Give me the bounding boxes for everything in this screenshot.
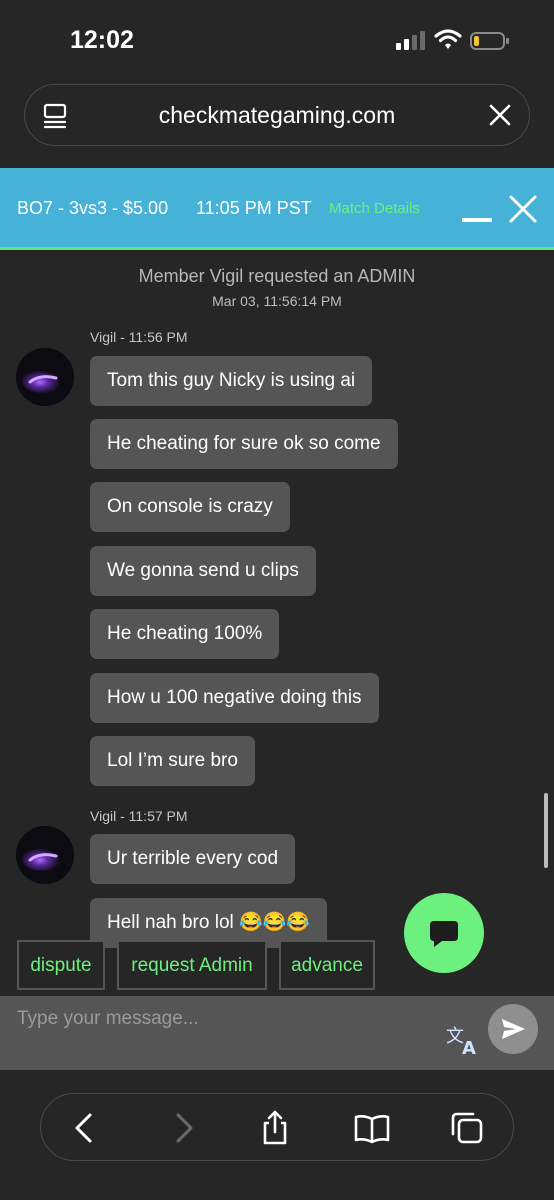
message-bubble: We gonna send u clips	[90, 546, 316, 596]
share-icon[interactable]	[257, 1110, 293, 1146]
status-bar: 12:02	[0, 0, 554, 80]
message-bubble: Lol I’m sure bro	[90, 736, 255, 786]
match-time: 11:05 PM PST	[196, 198, 312, 218]
message-sender: Vigil - 11:56 PM	[90, 329, 188, 345]
chat-button[interactable]	[404, 893, 484, 973]
system-message: Member Vigil requested an ADMIN	[138, 266, 416, 286]
message-composer: 文 A	[0, 996, 554, 1070]
advance-button[interactable]: advance	[279, 940, 375, 990]
scrollbar[interactable]	[544, 793, 548, 868]
url-text[interactable]: checkmategaming.com	[25, 102, 529, 129]
close-chat-icon[interactable]	[508, 194, 538, 224]
message-bubble: He cheating 100%	[90, 609, 280, 659]
send-icon	[502, 1019, 525, 1039]
message-bubble: How u 100 negative doing this	[90, 673, 379, 723]
message-bubble: He cheating for sure ok so come	[90, 419, 398, 469]
clock: 12:02	[70, 26, 134, 54]
forward-icon[interactable]	[165, 1110, 201, 1146]
tabs-icon[interactable]	[449, 1110, 485, 1146]
message-bubble: On console is crazy	[90, 482, 290, 532]
wifi-icon	[434, 29, 462, 49]
chat-icon	[430, 921, 458, 947]
browser-toolbar	[40, 1093, 514, 1161]
message-sender: Vigil - 11:57 PM	[90, 808, 188, 824]
bookmarks-icon[interactable]	[354, 1110, 390, 1146]
translate-icon[interactable]: 文 A	[446, 1024, 482, 1056]
battery-icon	[470, 32, 509, 50]
svg-text:A: A	[462, 1038, 476, 1056]
match-header: BO7 - 3vs3 - $5.00 11:05 PM PST Match De…	[0, 168, 554, 250]
system-timestamp: Mar 03, 11:56:14 PM	[212, 293, 342, 309]
cellular-signal-icon	[396, 31, 425, 50]
message-input[interactable]	[0, 996, 440, 1042]
match-details-link[interactable]: Match Details	[329, 200, 420, 217]
request-admin-button[interactable]: request Admin	[117, 940, 267, 990]
dispute-button[interactable]: dispute	[17, 940, 105, 990]
avatar[interactable]	[16, 826, 74, 884]
minimize-icon[interactable]	[462, 218, 492, 222]
address-bar[interactable]: checkmategaming.com	[24, 84, 530, 146]
send-button[interactable]	[488, 1004, 538, 1054]
match-info: BO7 - 3vs3 - $5.00	[17, 198, 169, 218]
back-icon[interactable]	[67, 1110, 103, 1146]
close-icon[interactable]	[487, 102, 513, 128]
message-bubble: Tom this guy Nicky is using ai	[90, 356, 373, 406]
message-bubble: Ur terrible every cod	[90, 834, 296, 884]
avatar[interactable]	[16, 348, 74, 406]
